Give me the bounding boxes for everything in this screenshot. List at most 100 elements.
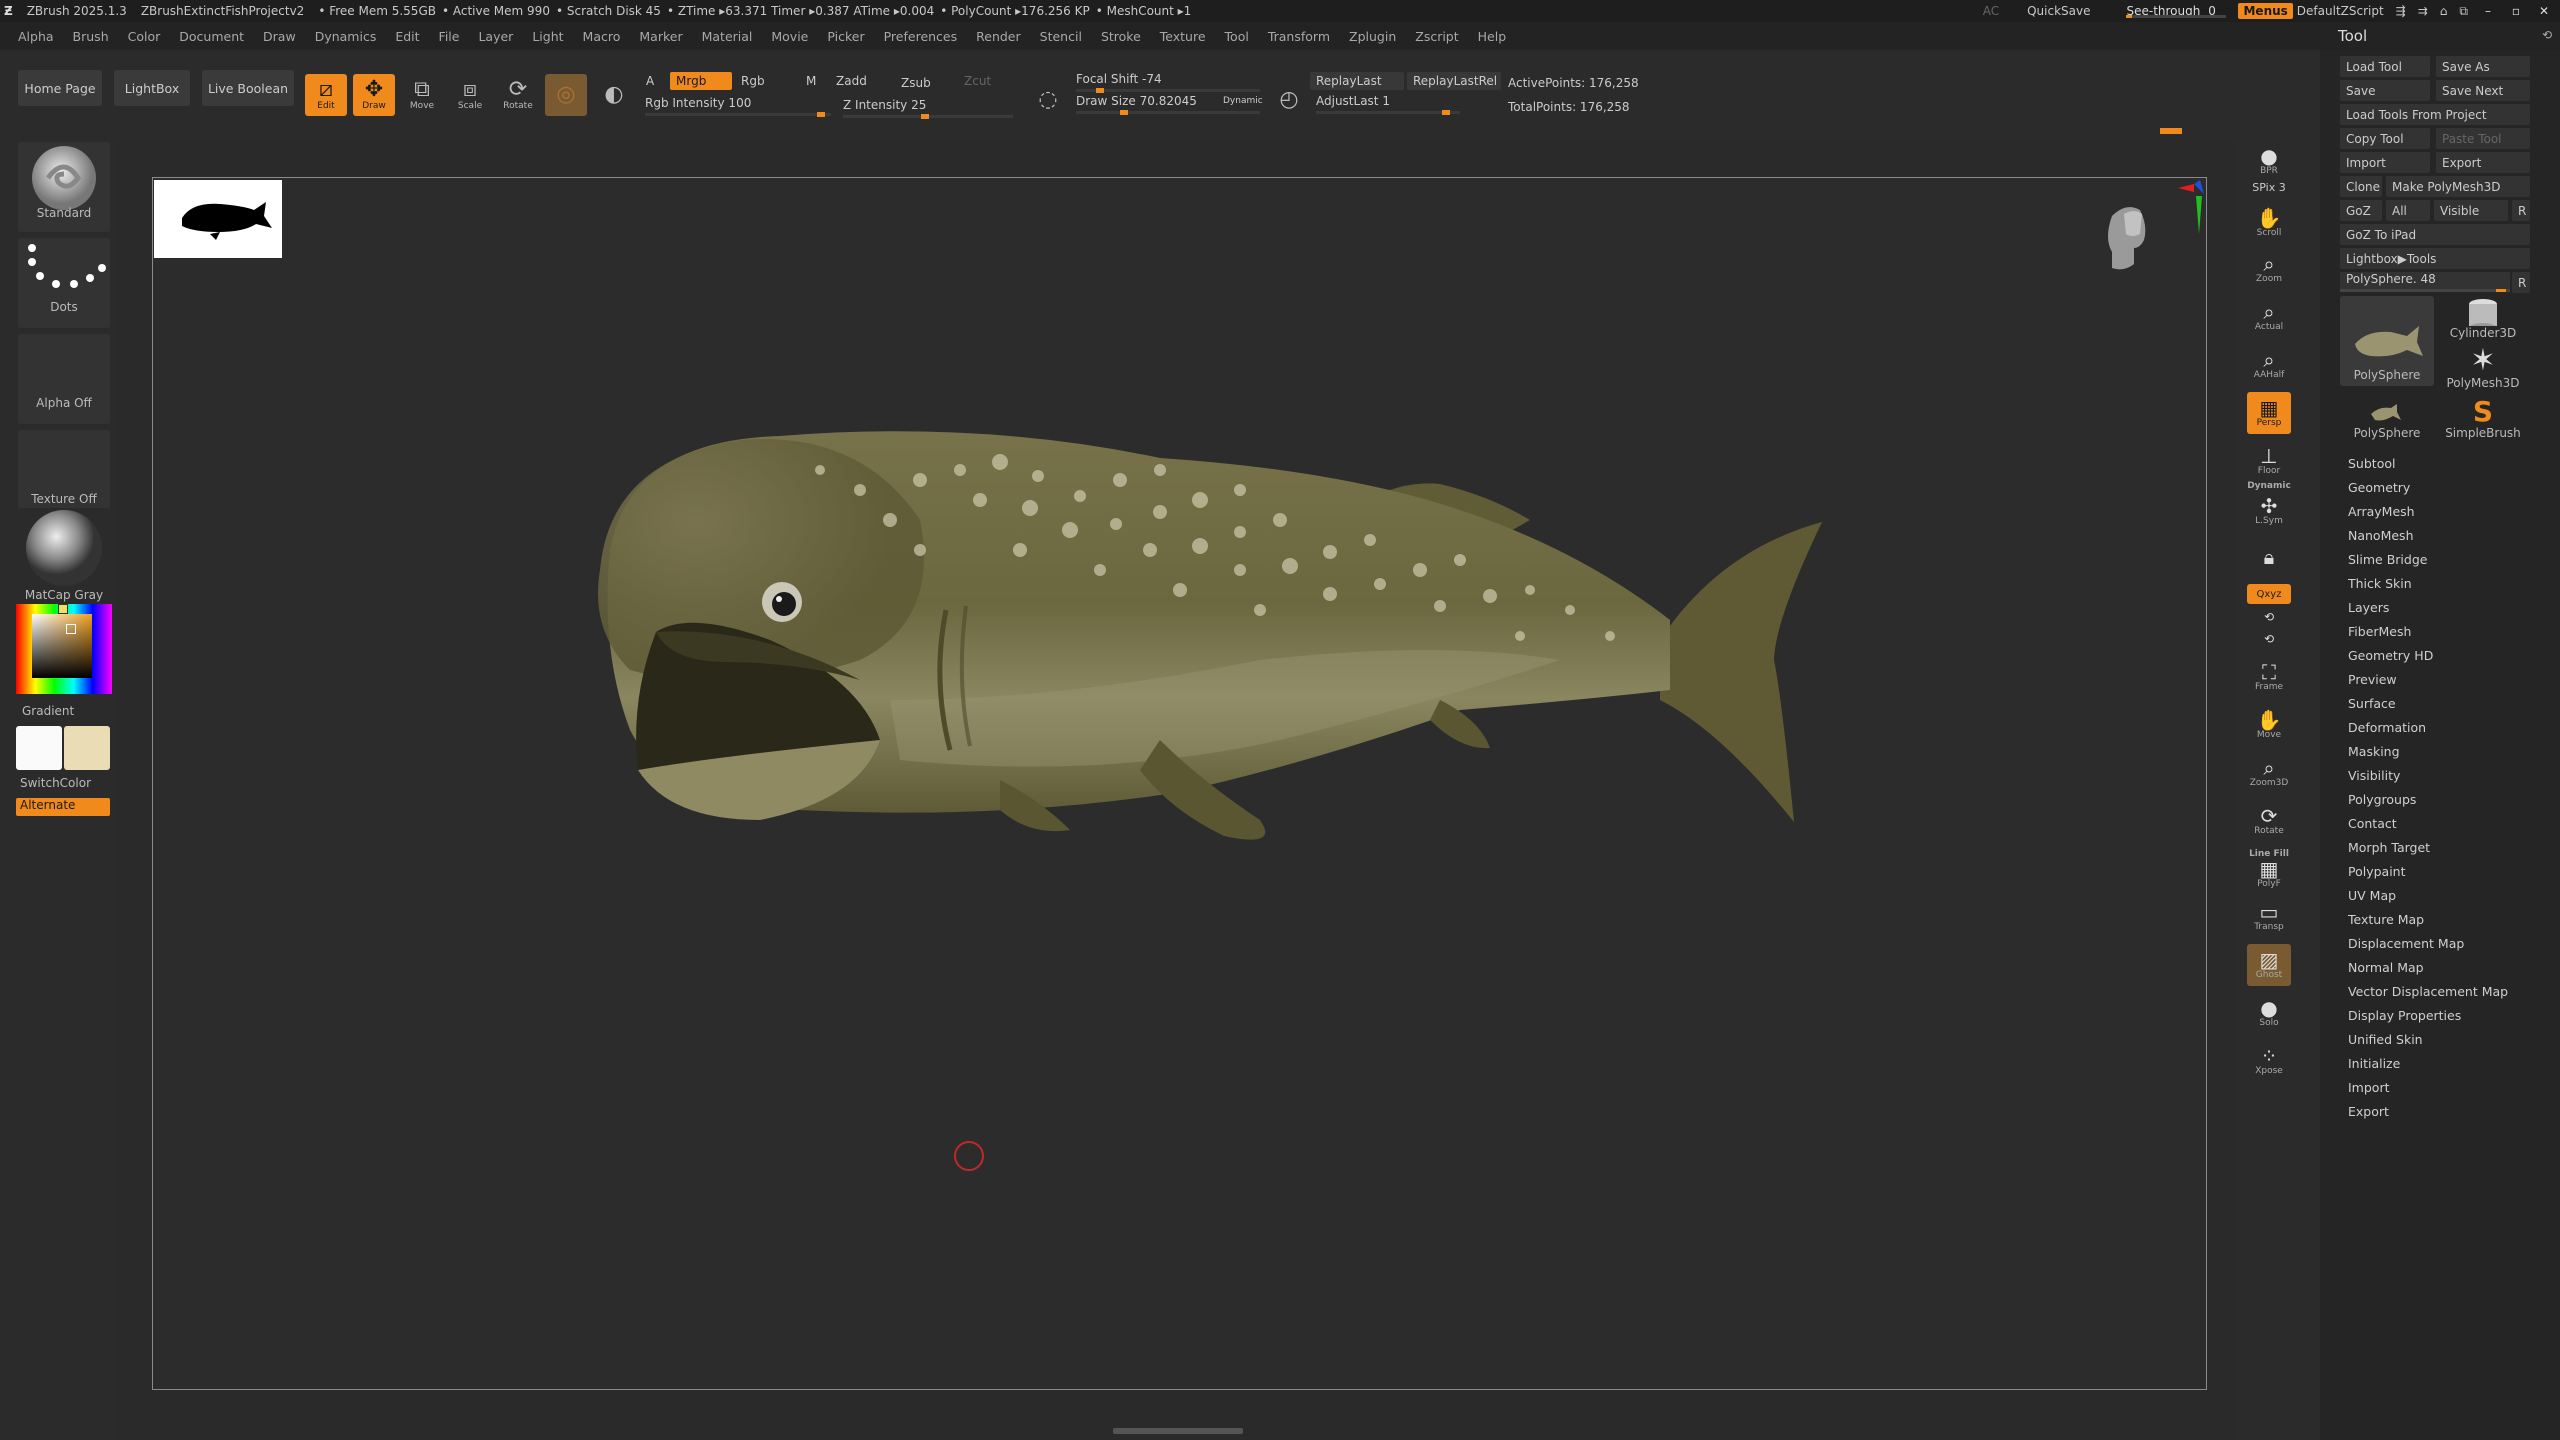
menu-brush[interactable]: Brush: [73, 29, 109, 44]
polysphere-r-button[interactable]: R: [2512, 272, 2530, 293]
menu-render[interactable]: Render: [976, 29, 1021, 44]
load-tools-from-project-button[interactable]: Load Tools From Project: [2340, 104, 2530, 125]
pin-icon[interactable]: ⟲: [2542, 28, 2552, 42]
edit-button[interactable]: ⧄ Edit: [305, 74, 347, 116]
dynamic-toggle[interactable]: Dynamic: [1223, 96, 1263, 106]
export-button[interactable]: Export: [2436, 152, 2530, 173]
actual-button[interactable]: ⌕ Actual: [2247, 296, 2291, 338]
focal-shift-icon-button[interactable]: ◌: [1025, 80, 1071, 120]
menu-zplugin[interactable]: Zplugin: [1349, 29, 1396, 44]
close-button[interactable]: ✕: [2536, 4, 2552, 18]
subpalette-slime-bridge[interactable]: Slime Bridge: [2348, 552, 2427, 567]
frame-button[interactable]: ⛶ Frame: [2247, 656, 2291, 698]
subpalette-fibermesh[interactable]: FiberMesh: [2348, 624, 2411, 639]
copy-tool-button[interactable]: Copy Tool: [2340, 128, 2430, 149]
rgb-intensity-slider[interactable]: Rgb Intensity 100: [645, 96, 831, 117]
subpalette-polypaint[interactable]: Polypaint: [2348, 864, 2406, 879]
subpalette-display-properties[interactable]: Display Properties: [2348, 1008, 2461, 1023]
goz-to-ipad-button[interactable]: GoZ To iPad: [2340, 224, 2530, 245]
menu-dynamics[interactable]: Dynamics: [315, 29, 377, 44]
menu-preferences[interactable]: Preferences: [884, 29, 958, 44]
menu-tool[interactable]: Tool: [1225, 29, 1249, 44]
goz-r-button[interactable]: R: [2512, 200, 2530, 221]
stroke-thumbnail[interactable]: [18, 238, 110, 328]
menu-transform[interactable]: Transform: [1268, 29, 1330, 44]
rotate-y-icon-button[interactable]: ⟲: [2247, 608, 2291, 626]
menu-texture[interactable]: Texture: [1160, 29, 1206, 44]
save-as-button[interactable]: Save As: [2436, 56, 2530, 77]
subpalette-vector-displacement-map[interactable]: Vector Displacement Map: [2348, 984, 2508, 999]
linefill-polyf-button[interactable]: Line Fill ▦ PolyF: [2247, 844, 2291, 894]
mrgb-sphere-button[interactable]: ◐: [593, 74, 635, 116]
axis-gizmo[interactable]: [2100, 176, 2210, 326]
persp-button[interactable]: ▦ Persp: [2247, 392, 2291, 434]
adjust-last-slider[interactable]: AdjustLast 1: [1316, 94, 1460, 115]
zcut-button[interactable]: Zcut: [958, 72, 997, 90]
menu-alpha[interactable]: Alpha: [18, 29, 54, 44]
live-boolean-button[interactable]: Live Boolean: [202, 70, 294, 106]
z-intensity-slider[interactable]: Z Intensity 25: [843, 98, 1013, 119]
alternate-button[interactable]: Alternate: [16, 798, 110, 816]
see-through-slider[interactable]: See-through 0: [2126, 4, 2227, 18]
make-polymesh3d-button[interactable]: Make PolyMesh3D: [2386, 176, 2530, 197]
menu-file[interactable]: File: [439, 29, 460, 44]
zadd-button[interactable]: Zadd: [830, 72, 873, 90]
lsym-button[interactable]: ✣ L.Sym: [2247, 490, 2291, 532]
help-icon[interactable]: ⌂: [2440, 4, 2448, 18]
menu-picker[interactable]: Picker: [827, 29, 864, 44]
switchcolor-label[interactable]: SwitchColor: [20, 776, 112, 790]
subpalette-masking[interactable]: Masking: [2348, 744, 2400, 759]
material-preview-button[interactable]: ◎: [545, 74, 587, 116]
subpalette-preview[interactable]: Preview: [2348, 672, 2397, 687]
lightbox-tools-button[interactable]: Lightbox▶Tools: [2340, 248, 2530, 269]
replay-icon-button[interactable]: ◴: [1266, 80, 1312, 120]
texture-thumbnail[interactable]: [18, 430, 110, 520]
menu-zscript[interactable]: Zscript: [1415, 29, 1458, 44]
ui-toggle-icon[interactable]: ⇉: [2418, 4, 2428, 18]
menu-movie[interactable]: Movie: [771, 29, 808, 44]
tool-tile-polysphere-small[interactable]: PolySphere: [2340, 396, 2434, 444]
menu-stroke[interactable]: Stroke: [1101, 29, 1141, 44]
home-page-button[interactable]: Home Page: [18, 70, 102, 106]
import-button[interactable]: Import: [2340, 152, 2430, 173]
save-next-button[interactable]: Save Next: [2436, 80, 2530, 101]
subpalette-unified-skin[interactable]: Unified Skin: [2348, 1032, 2423, 1047]
menus-button[interactable]: Menus: [2238, 3, 2293, 19]
draw-button[interactable]: ✥ Draw: [353, 74, 395, 116]
xpose-button[interactable]: ⁘ Xpose: [2247, 1040, 2291, 1082]
color-picker-square[interactable]: [32, 614, 92, 678]
subpalette-uv-map[interactable]: UV Map: [2348, 888, 2396, 903]
quicksave-button[interactable]: QuickSave: [2027, 4, 2090, 18]
solo-button[interactable]: ● Solo: [2247, 992, 2291, 1034]
color-picker[interactable]: [16, 604, 112, 694]
clone-button[interactable]: Clone: [2340, 176, 2382, 197]
tool-tile-polymesh3d[interactable]: ✶ PolyMesh3D: [2436, 346, 2530, 394]
subpalette-deformation[interactable]: Deformation: [2348, 720, 2426, 735]
save-button[interactable]: Save: [2340, 80, 2430, 101]
default-zscript-button[interactable]: DefaultZScript: [2297, 4, 2384, 18]
bottom-tray-handle[interactable]: [1113, 1428, 1243, 1434]
rotate-view-button[interactable]: ⟳ Rotate: [2247, 800, 2291, 842]
lock-button[interactable]: 🔒︎: [2247, 536, 2291, 578]
rgb-button[interactable]: Rgb: [735, 72, 771, 90]
xyz-button[interactable]: Qxyz: [2247, 584, 2291, 604]
menu-stencil[interactable]: Stencil: [1040, 29, 1082, 44]
spix-slider[interactable]: SPix 3: [2247, 174, 2291, 200]
polysphere-slider[interactable]: PolySphere. 48: [2340, 272, 2510, 292]
move-view-button[interactable]: ✋ Move: [2247, 704, 2291, 746]
menu-document[interactable]: Document: [179, 29, 244, 44]
subpalette-nanomesh[interactable]: NanoMesh: [2348, 528, 2414, 543]
move-button[interactable]: ⧉ Move: [401, 74, 443, 116]
aahalf-button[interactable]: ⌕ AAHalf: [2247, 344, 2291, 386]
menu-marker[interactable]: Marker: [639, 29, 682, 44]
fish-3d-model[interactable]: [560, 400, 1840, 1000]
menu-material[interactable]: Material: [702, 29, 753, 44]
menu-draw[interactable]: Draw: [263, 29, 296, 44]
goz-all-button[interactable]: All: [2386, 200, 2430, 221]
paste-tool-button[interactable]: Paste Tool: [2436, 128, 2530, 149]
replay-last-button[interactable]: ReplayLast: [1310, 72, 1404, 90]
rotate-z-icon-button[interactable]: ⟲: [2247, 630, 2291, 648]
menu-layer[interactable]: Layer: [478, 29, 513, 44]
replay-last-rel-button[interactable]: ReplayLastRel: [1407, 72, 1501, 90]
subpalette-geometry-hd[interactable]: Geometry HD: [2348, 648, 2433, 663]
